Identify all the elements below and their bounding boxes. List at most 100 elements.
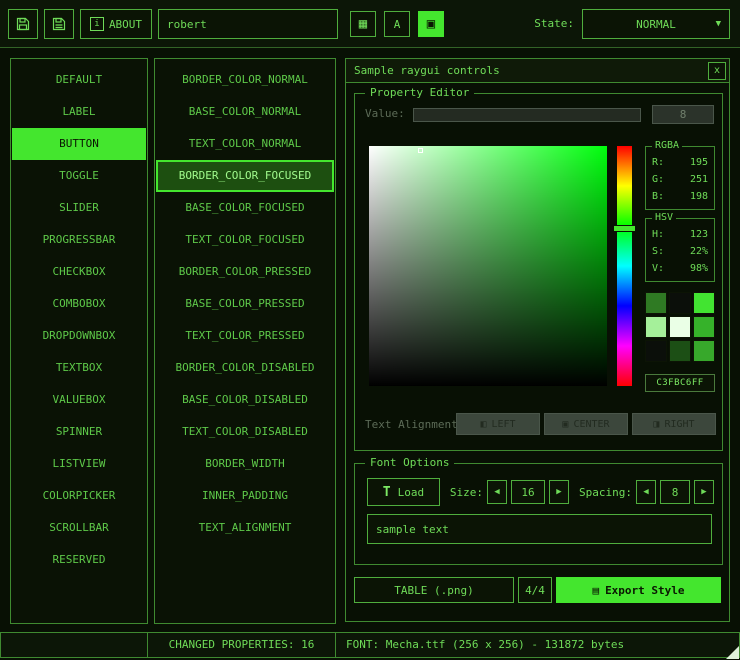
v-value: 98% xyxy=(690,260,708,277)
list-item-dropdownbox[interactable]: DROPDOWNBOX xyxy=(12,320,146,352)
list-item-base_color_pressed[interactable]: BASE_COLOR_PRESSED xyxy=(156,288,334,320)
save-style-button[interactable] xyxy=(8,9,38,39)
palette-swatch[interactable] xyxy=(693,340,715,362)
arrow-right-icon: ▶ xyxy=(556,487,561,497)
rguistyler-app: i ABOUT ▦ A ▣ State: NORMAL ▼ DEFAULTLAB… xyxy=(0,0,740,660)
list-item-text_color_pressed[interactable]: TEXT_COLOR_PRESSED xyxy=(156,320,334,352)
spacing-decrease-button[interactable]: ◀ xyxy=(636,480,656,504)
color-picker-panel[interactable] xyxy=(369,146,607,386)
palette-swatch[interactable] xyxy=(645,316,667,338)
list-item-base_color_normal[interactable]: BASE_COLOR_NORMAL xyxy=(156,96,334,128)
value-label: Value: xyxy=(365,107,405,120)
spacing-value-box[interactable]: 8 xyxy=(660,480,690,504)
list-item-base_color_disabled[interactable]: BASE_COLOR_DISABLED xyxy=(156,384,334,416)
grid-icon: ▦ xyxy=(359,17,367,31)
floppy-export-icon xyxy=(51,16,67,32)
controls-list: DEFAULTLABELBUTTONTOGGLESLIDERPROGRESSBA… xyxy=(10,58,148,624)
save-as-button[interactable] xyxy=(44,9,74,39)
status-font-info: FONT: Mecha.ttf (256 x 256) - 131872 byt… xyxy=(335,632,740,658)
about-button[interactable]: i ABOUT xyxy=(80,9,152,39)
state-dropdown[interactable]: NORMAL ▼ xyxy=(582,9,730,39)
window-title: Sample raygui controls xyxy=(354,64,500,77)
list-item-listview[interactable]: LISTVIEW xyxy=(12,448,146,480)
h-value: 123 xyxy=(690,226,708,243)
size-decrease-button[interactable]: ◀ xyxy=(487,480,507,504)
hex-color-input[interactable]: C3FBC6FF xyxy=(645,374,715,392)
spacing-increase-button[interactable]: ▶ xyxy=(694,480,714,504)
size-value-box[interactable]: 16 xyxy=(511,480,545,504)
list-item-text_color_focused[interactable]: TEXT_COLOR_FOCUSED xyxy=(156,224,334,256)
list-item-textbox[interactable]: TEXTBOX xyxy=(12,352,146,384)
hsv-panel: HSV H: 123 S: 22% V: 98% xyxy=(645,218,715,282)
hsv-row-v: V: 98% xyxy=(646,260,714,277)
list-item-text_color_disabled[interactable]: TEXT_COLOR_DISABLED xyxy=(156,416,334,448)
list-item-combobox[interactable]: COMBOBOX xyxy=(12,288,146,320)
style-table-button[interactable]: ▣ xyxy=(418,11,444,37)
rgba-row-b: B: 198 xyxy=(646,188,714,205)
resize-grip[interactable] xyxy=(726,646,739,659)
load-font-label: Load xyxy=(398,486,425,499)
align-left-button[interactable]: ◧ LEFT xyxy=(456,413,540,435)
h-label: H: xyxy=(652,226,664,243)
sample-text-input[interactable] xyxy=(367,514,712,544)
floppy-save-icon xyxy=(15,16,31,32)
list-item-border_color_normal[interactable]: BORDER_COLOR_NORMAL xyxy=(156,64,334,96)
align-right-label: RIGHT xyxy=(664,419,694,430)
list-item-toggle[interactable]: TOGGLE xyxy=(12,160,146,192)
style-color-palette xyxy=(645,292,715,362)
list-item-scrollbar[interactable]: SCROLLBAR xyxy=(12,512,146,544)
list-item-border_width[interactable]: BORDER_WIDTH xyxy=(156,448,334,480)
value-slider[interactable] xyxy=(413,108,641,122)
align-center-button[interactable]: ▣ CENTER xyxy=(544,413,628,435)
palette-swatch[interactable] xyxy=(693,292,715,314)
sample-window: Sample raygui controls x Property Editor… xyxy=(345,58,730,622)
align-right-button[interactable]: ◨ RIGHT xyxy=(632,413,716,435)
load-font-button[interactable]: T Load xyxy=(367,478,440,506)
list-item-border_color_focused[interactable]: BORDER_COLOR_FOCUSED xyxy=(156,160,334,192)
list-item-border_color_pressed[interactable]: BORDER_COLOR_PRESSED xyxy=(156,256,334,288)
list-item-valuebox[interactable]: VALUEBOX xyxy=(12,384,146,416)
list-item-spinner[interactable]: SPINNER xyxy=(12,416,146,448)
close-button[interactable]: x xyxy=(708,62,726,80)
list-item-reserved[interactable]: RESERVED xyxy=(12,544,146,576)
font-options-legend: Font Options xyxy=(365,456,454,470)
palette-swatch[interactable] xyxy=(645,340,667,362)
palette-swatch[interactable] xyxy=(693,316,715,338)
status-changed-properties: CHANGED PROPERTIES: 16 xyxy=(147,632,336,658)
alignment-buttons: ◧ LEFT ▣ CENTER ◨ RIGHT xyxy=(456,413,716,435)
list-item-text_alignment[interactable]: TEXT_ALIGNMENT xyxy=(156,512,334,544)
export-format-label: TABLE (.png) xyxy=(394,584,473,597)
list-item-border_color_disabled[interactable]: BORDER_COLOR_DISABLED xyxy=(156,352,334,384)
palette-swatch[interactable] xyxy=(645,292,667,314)
palette-swatch[interactable] xyxy=(669,340,691,362)
rgba-panel-title: RGBA xyxy=(652,140,682,152)
value-box[interactable]: 8 xyxy=(652,105,714,124)
grid-view-button[interactable]: ▦ xyxy=(350,11,376,37)
list-item-slider[interactable]: SLIDER xyxy=(12,192,146,224)
list-item-base_color_focused[interactable]: BASE_COLOR_FOCUSED xyxy=(156,192,334,224)
list-item-default[interactable]: DEFAULT xyxy=(12,64,146,96)
font-settings-button[interactable]: A xyxy=(384,11,410,37)
palette-swatch[interactable] xyxy=(669,292,691,314)
list-item-label[interactable]: LABEL xyxy=(12,96,146,128)
list-item-inner_padding[interactable]: INNER_PADDING xyxy=(156,480,334,512)
list-item-progressbar[interactable]: PROGRESSBAR xyxy=(12,224,146,256)
palette-swatch[interactable] xyxy=(669,316,691,338)
list-item-button[interactable]: BUTTON xyxy=(12,128,146,160)
list-item-checkbox[interactable]: CHECKBOX xyxy=(12,256,146,288)
property-editor-group: Property Editor Value: 8 RGBA R: 195 G: xyxy=(354,93,723,451)
window-titlebar[interactable]: Sample raygui controls x xyxy=(346,59,729,83)
list-item-text_color_normal[interactable]: TEXT_COLOR_NORMAL xyxy=(156,128,334,160)
style-name-input[interactable] xyxy=(158,9,338,39)
export-format-dropdown[interactable]: TABLE (.png) xyxy=(354,577,514,603)
list-item-colorpicker[interactable]: COLORPICKER xyxy=(12,480,146,512)
hue-slider[interactable] xyxy=(617,146,632,386)
export-row: TABLE (.png) 4/4 ▤ Export Style xyxy=(354,577,721,603)
rgba-row-r: R: 195 xyxy=(646,154,714,171)
text-icon: T xyxy=(383,485,391,500)
size-increase-button[interactable]: ▶ xyxy=(549,480,569,504)
export-style-button[interactable]: ▤ Export Style xyxy=(556,577,721,603)
r-value: 195 xyxy=(690,154,708,171)
align-left-label: LEFT xyxy=(491,419,515,430)
format-index-box[interactable]: 4/4 xyxy=(518,577,552,603)
